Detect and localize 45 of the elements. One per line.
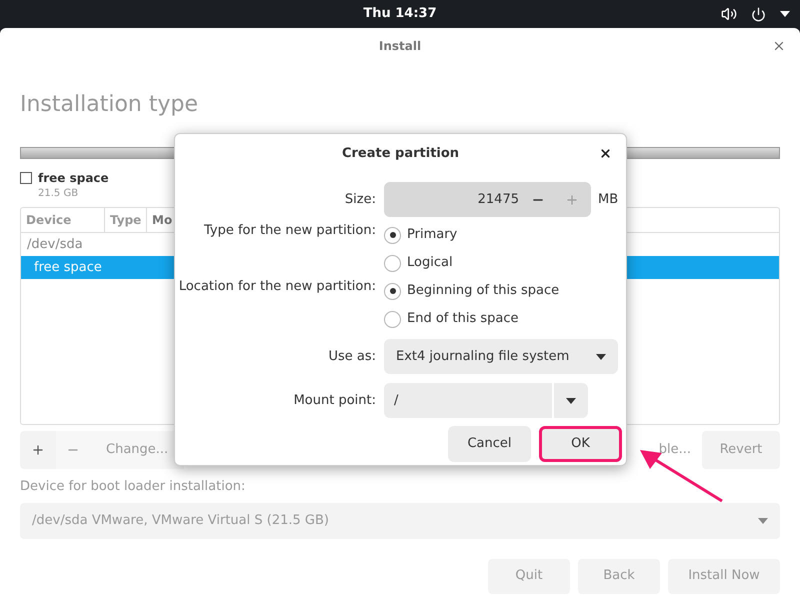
radio-label: Logical bbox=[407, 254, 453, 272]
boot-loader-label: Device for boot loader installation: bbox=[20, 478, 246, 496]
plus-icon bbox=[31, 443, 45, 457]
dialog-title: Create partition bbox=[342, 145, 460, 164]
page-heading: Installation type bbox=[20, 91, 199, 118]
caret-icon bbox=[758, 518, 768, 524]
size-label: Size: bbox=[344, 190, 376, 209]
radio-button[interactable] bbox=[384, 226, 401, 244]
footer-button[interactable]: Quit bbox=[488, 558, 570, 594]
location-label: Location for the new partition: bbox=[178, 278, 376, 296]
column-header[interactable]: Type bbox=[105, 208, 147, 232]
window-title: Install bbox=[378, 38, 422, 55]
clock[interactable]: Thu 14:37 bbox=[363, 4, 437, 24]
change-button[interactable]: Change... bbox=[90, 431, 184, 469]
radio-label: Beginning of this space bbox=[407, 282, 560, 300]
size-spin-field[interactable]: 21475 bbox=[384, 182, 591, 217]
radio-label: Primary bbox=[407, 226, 458, 244]
mount-point-dropdown-button[interactable] bbox=[554, 383, 588, 418]
mount-point-field[interactable]: / bbox=[384, 383, 552, 418]
boot-loader-dropdown[interactable]: /dev/sda VMware, VMware Virtual S (21.5 GB) bbox=[20, 502, 780, 538]
footer-button[interactable]: Back bbox=[578, 558, 660, 594]
size-unit: MB bbox=[598, 190, 618, 209]
radio-button[interactable] bbox=[384, 310, 401, 328]
dialog-button[interactable]: Cancel bbox=[448, 426, 531, 462]
radio-button[interactable] bbox=[384, 254, 401, 272]
radio-button[interactable] bbox=[384, 282, 401, 300]
dialog-button[interactable]: OK bbox=[539, 426, 622, 462]
radio-label: End of this space bbox=[407, 310, 518, 328]
power-icon[interactable] bbox=[751, 6, 766, 22]
mount-point-label: Mount point: bbox=[292, 392, 376, 410]
partition-table-button[interactable]: ble... bbox=[637, 431, 697, 469]
type-label: Type for the new partition: bbox=[202, 222, 376, 240]
column-header[interactable]: Device bbox=[21, 208, 105, 232]
caret-icon bbox=[780, 11, 790, 17]
volume-icon[interactable] bbox=[721, 6, 737, 22]
close-icon[interactable] bbox=[599, 147, 612, 160]
legend-swatch bbox=[20, 172, 32, 184]
footer-button[interactable]: Install Now bbox=[668, 558, 780, 594]
caret-icon bbox=[566, 398, 576, 404]
legend-label: free space bbox=[38, 171, 109, 186]
revert-button[interactable]: Revert bbox=[702, 431, 780, 469]
legend-size: 21.5 GB bbox=[38, 187, 80, 201]
use-as-dropdown[interactable]: Ext4 journaling file system bbox=[384, 339, 618, 374]
use-as-label: Use as: bbox=[327, 348, 376, 366]
caret-icon bbox=[596, 354, 606, 360]
